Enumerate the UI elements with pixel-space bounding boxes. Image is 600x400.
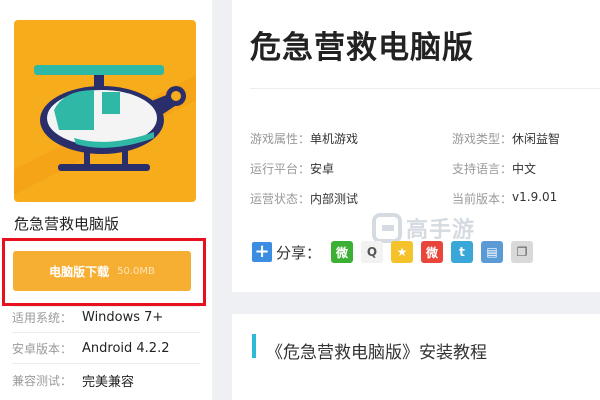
download-button-label: 电脑版下载 — [49, 264, 110, 279]
meta-value: Windows 7+ — [82, 310, 164, 325]
download-button[interactable]: 电脑版下载 50.0MB — [13, 251, 191, 291]
attr-language: 支持语言： 中文 — [452, 160, 536, 177]
attr-label: 运营状态： — [250, 192, 311, 206]
print-icon[interactable]: ▤ — [481, 241, 504, 263]
attr-label: 当前版本： — [452, 192, 513, 206]
app-name: 危急营救电脑版 — [14, 215, 120, 233]
weibo-icon[interactable]: 微 — [421, 241, 444, 263]
page-title: 危急营救电脑版 — [250, 30, 474, 66]
meta-row-compat: 兼容测试： 完美兼容 — [12, 371, 134, 390]
attr-label: 支持语言： — [452, 162, 513, 176]
divider — [12, 306, 200, 307]
attr-value: v1.9.01 — [512, 190, 558, 204]
tutorial-title: 《危急营救电脑版》安装教程 — [266, 343, 487, 363]
meta-value: Android 4.2.2 — [82, 341, 170, 356]
wechat-icon[interactable]: 微 — [331, 241, 354, 263]
divider — [12, 332, 200, 333]
attr-value: 单机游戏 — [310, 132, 359, 146]
qzone-icon[interactable]: ★ — [391, 241, 414, 263]
meta-label: 兼容测试： — [12, 374, 73, 388]
helicopter-icon — [14, 65, 196, 195]
meta-row-os: 适用系统： Windows 7+ — [12, 309, 163, 326]
attr-status: 运营状态： 内部测试 — [250, 190, 358, 207]
attr-version: 当前版本： v1.9.01 — [452, 190, 557, 207]
attr-label: 运行平台： — [250, 162, 311, 176]
attr-value: 休闲益智 — [512, 132, 561, 146]
app-icon[interactable] — [14, 20, 196, 202]
divider — [250, 88, 600, 89]
divider — [12, 363, 200, 364]
app-summary-card: 危急营救电脑版 电脑版下载 50.0MB 适用系统： Windows 7+ 安卓… — [0, 0, 212, 400]
copy-icon[interactable]: ❐ — [511, 241, 534, 263]
tencent-weibo-icon[interactable]: t — [451, 241, 474, 263]
attr-value: 中文 — [512, 162, 537, 176]
meta-value: 完美兼容 — [82, 375, 135, 390]
attr-label: 游戏属性： — [250, 132, 311, 146]
attr-label: 游戏类型： — [452, 132, 513, 146]
attr-value: 内部测试 — [310, 192, 359, 206]
section-accent-bar — [252, 334, 256, 358]
meta-label: 适用系统： — [12, 311, 73, 325]
meta-row-android: 安卓版本： Android 4.2.2 — [12, 340, 169, 357]
attr-game-property: 游戏属性： 单机游戏 — [250, 130, 358, 147]
share-bar: + 分享： 微 Q ★ 微 t ▤ ❐ — [252, 238, 541, 266]
attr-game-type: 游戏类型： 休闲益智 — [452, 130, 560, 147]
qq-icon[interactable]: Q — [361, 241, 384, 263]
share-more-icon[interactable]: + — [252, 242, 272, 262]
tutorial-section: 《危急营救电脑版》安装教程 — [232, 314, 600, 400]
meta-label: 安卓版本： — [12, 342, 73, 356]
attr-value: 安卓 — [310, 162, 335, 176]
attr-platform: 运行平台： 安卓 — [250, 160, 334, 177]
share-label: 分享： — [276, 243, 322, 262]
download-size: 50.0MB — [117, 265, 155, 277]
